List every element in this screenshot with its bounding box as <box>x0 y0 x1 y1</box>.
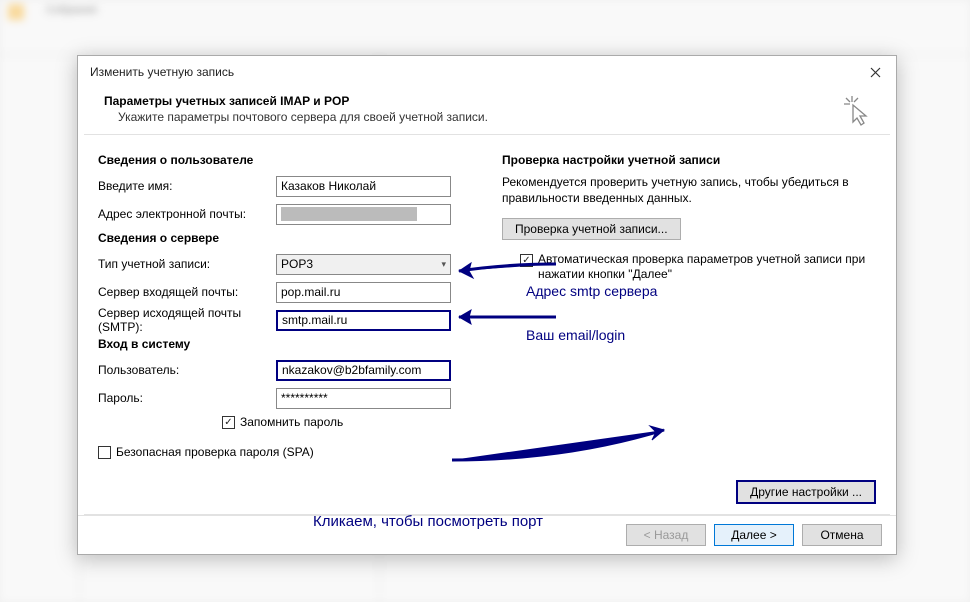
outgoing-server-input[interactable] <box>276 310 451 331</box>
remember-password-label: Запомнить пароль <box>240 415 343 429</box>
incoming-server-input[interactable] <box>276 282 451 303</box>
username-input[interactable] <box>276 360 451 381</box>
email-input[interactable] <box>276 204 451 225</box>
outgoing-server-label: Сервер исходящей почты (SMTP): <box>98 306 276 334</box>
dialog-title: Изменить учетную запись <box>90 65 234 79</box>
section-server-info: Сведения о сервере <box>98 231 472 245</box>
spa-checkbox[interactable] <box>98 446 111 459</box>
left-column: Сведения о пользователе Введите имя: Адр… <box>98 149 472 508</box>
dialog-titlebar: Изменить учетную запись <box>78 56 896 88</box>
dialog-content: Сведения о пользователе Введите имя: Адр… <box>78 135 896 514</box>
wizard-cursor-icon <box>842 94 870 128</box>
close-button[interactable] <box>854 56 896 88</box>
section-login: Вход в систему <box>98 337 472 351</box>
next-button[interactable]: Далее > <box>714 524 794 546</box>
autocheck-label: Автоматическая проверка параметров учетн… <box>538 252 876 282</box>
dialog-header: Параметры учетных записей IMAP и POP Ука… <box>78 88 896 134</box>
account-type-select: POP3 ▾ <box>276 254 451 275</box>
password-input[interactable] <box>276 388 451 409</box>
more-settings-button[interactable]: Другие настройки ... <box>736 480 876 504</box>
account-type-label: Тип учетной записи: <box>98 257 276 271</box>
header-subtitle: Укажите параметры почтового сервера для … <box>104 110 870 124</box>
email-label: Адрес электронной почты: <box>98 207 276 221</box>
incoming-server-label: Сервер входящей почты: <box>98 285 276 299</box>
name-label: Введите имя: <box>98 179 276 193</box>
arrow-annotation-icon <box>446 420 676 470</box>
section-test: Проверка настройки учетной записи <box>502 153 876 167</box>
back-button[interactable]: < Назад <box>626 524 706 546</box>
chevron-down-icon: ▾ <box>441 259 446 270</box>
cancel-button[interactable]: Отмена <box>802 524 882 546</box>
username-label: Пользователь: <box>98 363 276 377</box>
account-settings-dialog: Изменить учетную запись Параметры учетны… <box>77 55 897 555</box>
name-input[interactable] <box>276 176 451 197</box>
header-title: Параметры учетных записей IMAP и POP <box>104 94 870 108</box>
test-account-button[interactable]: Проверка учетной записи... <box>502 218 681 240</box>
annotation-port: Кликаем, чтобы посмотреть порт <box>313 513 543 530</box>
arrow-annotation-icon <box>451 305 561 329</box>
test-description: Рекомендуется проверить учетную запись, … <box>502 175 876 206</box>
remember-password-checkbox[interactable] <box>222 416 235 429</box>
spa-label: Безопасная проверка пароля (SPA) <box>116 445 314 459</box>
dialog-footer: Кликаем, чтобы посмотреть порт < Назад Д… <box>78 515 896 554</box>
password-label: Пароль: <box>98 391 276 405</box>
section-user-info: Сведения о пользователе <box>98 153 472 167</box>
arrow-annotation-icon <box>451 257 561 281</box>
